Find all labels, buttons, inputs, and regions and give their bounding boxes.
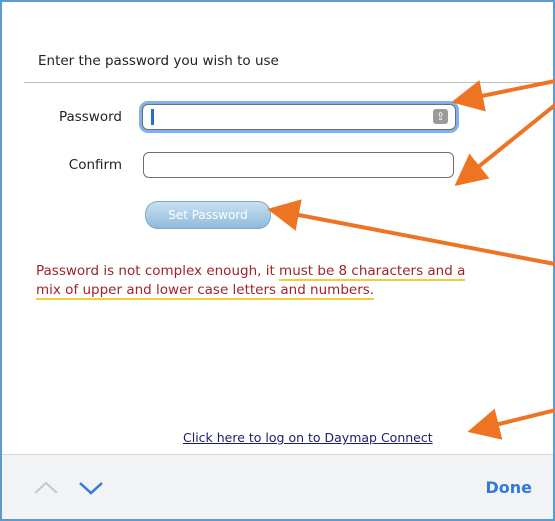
confirm-label: Confirm xyxy=(68,157,122,173)
error-highlight-1: must be 8 characters and a xyxy=(279,263,466,281)
done-button[interactable]: Done xyxy=(485,478,532,497)
key-icon[interactable]: ⇪ xyxy=(433,109,448,124)
error-text: Password is not complex enough, it xyxy=(36,263,280,279)
error-highlight-2: mix of upper and lower case letters and … xyxy=(36,282,375,300)
set-password-button[interactable]: Set Password xyxy=(145,201,271,229)
password-input[interactable]: ⇪ xyxy=(142,104,456,130)
chevron-down-icon[interactable] xyxy=(78,481,104,495)
keyboard-toolbar: Done xyxy=(2,454,553,519)
password-dialog: Enter the password you wish to use Passw… xyxy=(0,0,555,521)
page-title: Enter the password you wish to use xyxy=(38,53,279,69)
password-label: Password xyxy=(58,109,122,125)
chevron-up-icon[interactable] xyxy=(33,481,59,495)
confirm-input[interactable] xyxy=(143,152,454,178)
text-cursor xyxy=(151,109,154,125)
error-message: Password is not complex enough, it must … xyxy=(36,262,553,300)
daymap-connect-link[interactable]: Click here to log on to Daymap Connect xyxy=(183,430,433,445)
divider xyxy=(24,82,553,83)
